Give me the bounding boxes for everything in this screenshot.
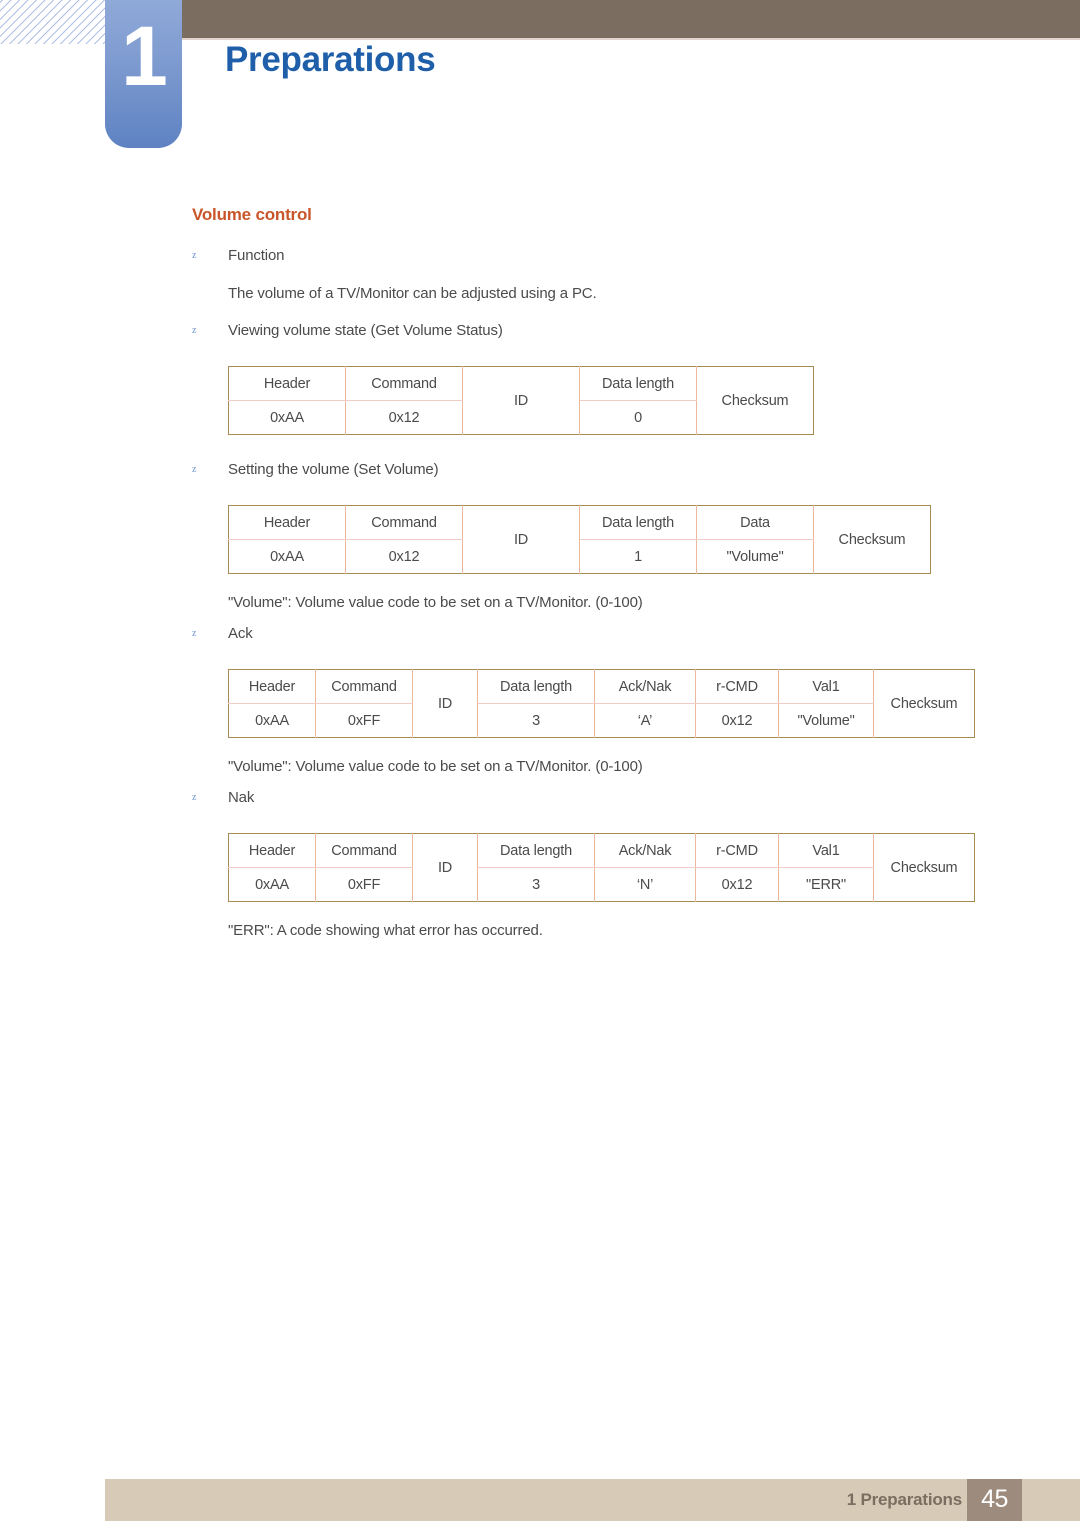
section-heading: Volume control bbox=[192, 205, 312, 224]
table-header-cell: Val1 bbox=[778, 833, 874, 868]
header-bar bbox=[182, 0, 1080, 38]
table-header-cell: Checksum bbox=[696, 366, 814, 435]
table-value-cell: 0xFF bbox=[315, 703, 413, 738]
table-header-cell: Data length bbox=[579, 366, 697, 401]
protocol-table-ack: Header Command ID Data length Ack/Nak r-CMD Va… bbox=[228, 669, 975, 738]
table-row: Header Command ID Data length Ack/Nak r-CMD Va… bbox=[228, 833, 975, 902]
table-header-cell: Checksum bbox=[813, 505, 931, 574]
table-header-cell: Header bbox=[228, 366, 346, 401]
table-value-cell: 0x12 bbox=[695, 867, 779, 902]
bullet-item-nak: z Nak bbox=[192, 789, 1080, 809]
table-value-cell: 0xAA bbox=[228, 867, 316, 902]
page-title: Preparations bbox=[225, 40, 436, 79]
table-header-cell: Command bbox=[315, 669, 413, 704]
bullet-label: Ack bbox=[228, 625, 253, 642]
function-description: The volume of a TV/Monitor can be adjust… bbox=[228, 285, 597, 302]
table-header-cell: r-CMD bbox=[695, 669, 779, 704]
bullet-label: Nak bbox=[228, 789, 255, 806]
table-value-cell: ‘A’ bbox=[594, 703, 696, 738]
err-note: "ERR": A code showing what error has occ… bbox=[228, 922, 543, 939]
protocol-table-nak: Header Command ID Data length Ack/Nak r-CMD Va… bbox=[228, 833, 975, 902]
table-header-cell: ID bbox=[412, 833, 478, 902]
page-content: Volume control z Function The volume of … bbox=[0, 205, 1080, 939]
table-header-cell: Ack/Nak bbox=[594, 833, 696, 868]
table-value-cell: 1 bbox=[579, 539, 697, 574]
table-row: Header Command ID Data length Ack/Nak r-CMD Va… bbox=[228, 669, 975, 738]
table-header-cell: Checksum bbox=[873, 669, 975, 738]
table-value-cell: 3 bbox=[477, 703, 595, 738]
table-row: Header Command ID Data length Checksum bbox=[228, 366, 814, 435]
table-value-cell: 0x12 bbox=[345, 400, 463, 435]
table-header-cell: Data length bbox=[477, 669, 595, 704]
bullet-glyph-icon: z bbox=[192, 792, 197, 803]
table-header-cell: Data length bbox=[477, 833, 595, 868]
table-header-cell: ID bbox=[462, 505, 580, 574]
table-row: 0xAA 0xFF 3 ‘N’ 0x12 "ERR" bbox=[228, 867, 975, 902]
table-header-cell: Ack/Nak bbox=[594, 669, 696, 704]
table-header-cell: ID bbox=[412, 669, 478, 738]
protocol-table-set-volume: Header Command ID Data length Data Checksum 0x… bbox=[228, 505, 931, 574]
bullet-glyph-icon: z bbox=[192, 325, 197, 336]
table-value-cell: "Volume" bbox=[778, 703, 874, 738]
table-value-cell: 0x12 bbox=[345, 539, 463, 574]
table-header-cell: r-CMD bbox=[695, 833, 779, 868]
table-value-cell: 0xAA bbox=[228, 539, 346, 574]
footer-label: 1 Preparations bbox=[846, 1490, 963, 1509]
page-number: 45 bbox=[981, 1485, 1008, 1513]
bullet-item-set-volume: z Setting the volume (Set Volume) bbox=[192, 461, 1080, 481]
table-header-cell: Data length bbox=[579, 505, 697, 540]
volume-note-second: "Volume": Volume value code to be set on… bbox=[228, 758, 643, 775]
table-value-cell: "Volume" bbox=[696, 539, 814, 574]
chapter-badge: 1 bbox=[105, 0, 182, 148]
table-value-cell: "ERR" bbox=[778, 867, 874, 902]
bullet-glyph-icon: z bbox=[192, 464, 197, 475]
protocol-table-get-volume-status: Header Command ID Data length Checksum 0xAA 0x… bbox=[228, 366, 814, 435]
table-header-cell: Checksum bbox=[873, 833, 975, 902]
decorative-hatch-pattern bbox=[0, 0, 112, 44]
table-header-cell: Command bbox=[315, 833, 413, 868]
table-header-cell: Command bbox=[345, 366, 463, 401]
table-header-cell: Header bbox=[228, 669, 316, 704]
table-value-cell: 0xAA bbox=[228, 703, 316, 738]
table-value-cell: 0xAA bbox=[228, 400, 346, 435]
bullet-glyph-icon: z bbox=[192, 250, 197, 261]
table-row: Header Command ID Data length Data Checksum bbox=[228, 505, 931, 574]
table-value-cell: ‘N’ bbox=[594, 867, 696, 902]
table-value-cell: 0xFF bbox=[315, 867, 413, 902]
bullet-label: Function bbox=[228, 247, 285, 264]
table-value-cell: 0 bbox=[579, 400, 697, 435]
table-header-cell: Val1 bbox=[778, 669, 874, 704]
table-row: 0xAA 0xFF 3 ‘A’ 0x12 "Volume" bbox=[228, 703, 975, 738]
bullet-item-ack: z Ack bbox=[192, 625, 1080, 645]
bullet-glyph-icon: z bbox=[192, 628, 197, 639]
bullet-item-get-volume-status: z Viewing volume state (Get Volume Statu… bbox=[192, 322, 1080, 342]
table-header-cell: ID bbox=[462, 366, 580, 435]
table-value-cell: 0x12 bbox=[695, 703, 779, 738]
table-value-cell: 3 bbox=[477, 867, 595, 902]
volume-note-first: "Volume": Volume value code to be set on… bbox=[228, 594, 643, 611]
bullet-label: Viewing volume state (Get Volume Status) bbox=[228, 322, 503, 339]
table-header-cell: Header bbox=[228, 505, 346, 540]
bullet-label: Setting the volume (Set Volume) bbox=[228, 461, 439, 478]
chapter-number: 1 bbox=[121, 9, 168, 103]
table-header-cell: Header bbox=[228, 833, 316, 868]
bullet-item-function: z Function bbox=[192, 247, 1080, 267]
table-header-cell: Data bbox=[696, 505, 814, 540]
table-header-cell: Command bbox=[345, 505, 463, 540]
